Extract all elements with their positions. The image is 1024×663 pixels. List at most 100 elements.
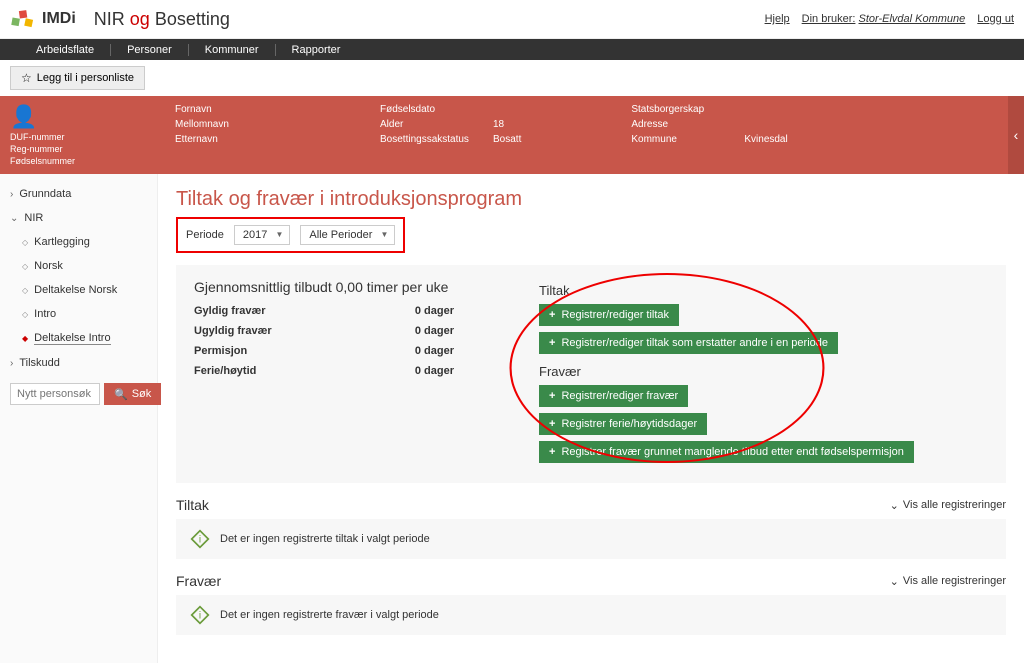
plus-icon: +	[549, 446, 555, 458]
info-icon: i	[190, 529, 210, 549]
nav-rapporter[interactable]: Rapporter	[276, 44, 357, 56]
search-input[interactable]	[10, 383, 100, 405]
nav-personer[interactable]: Personer	[111, 44, 189, 56]
chevron-right-icon: ›	[10, 358, 13, 369]
star-icon: ☆	[21, 71, 32, 85]
banner-cols: Fornavn Mellomnavn Etternavn Fødselsdato…	[175, 104, 788, 166]
chevron-right-icon: ›	[10, 189, 13, 200]
btn-registrer-fravaer-tilbud[interactable]: + Registrer fravær grunnet manglende tilb…	[539, 441, 914, 463]
duf-label: DUF-nummer	[10, 132, 160, 142]
chevron-down-icon: ⌄	[890, 575, 899, 588]
vis-alle-tiltak[interactable]: ⌄ Vis alle registreringer	[890, 499, 1006, 512]
svg-text:i: i	[199, 610, 201, 621]
search-button[interactable]: 🔍 Søk	[104, 383, 161, 405]
etternavn-label: Etternavn	[175, 134, 270, 145]
stat-permisjon: Permisjon 0 dager	[194, 345, 454, 357]
btn-registrer-tiltak-erstatter[interactable]: + Registrer/rediger tiltak som erstatter …	[539, 332, 838, 354]
diamond-icon: ◇	[22, 262, 28, 271]
diamond-icon: ◇	[22, 310, 28, 319]
card-left: Gjennomsnittlig tilbudt 0,00 timer per u…	[194, 279, 539, 469]
btn-fravaer-tilbud-label: Registrer fravær grunnet manglende tilbu…	[561, 446, 903, 458]
summary-card: Gjennomsnittlig tilbudt 0,00 timer per u…	[176, 265, 1006, 483]
btn-registrer-fravaer[interactable]: +Registrer/rediger fravær	[539, 385, 688, 407]
ugyldig-label: Ugyldig fravær	[194, 325, 272, 337]
tilskudd-label: Tilskudd	[19, 357, 60, 369]
stat-gyldig: Gyldig fravær 0 dager	[194, 305, 454, 317]
search-row: 🔍 Søk	[0, 375, 157, 413]
year-value: 2017	[243, 229, 267, 241]
intro-label: Intro	[34, 308, 56, 320]
person-banner: 👤 DUF-nummer Reg-nummer Fødselsnummer Fo…	[0, 96, 1024, 174]
fravaer-section-header: Fravær ⌄ Vis alle registreringer	[176, 573, 1006, 589]
bosetting-label: Bosettingssakstatus	[380, 134, 475, 145]
sidebar-deltakelse-norsk[interactable]: ◇ Deltakelse Norsk	[0, 278, 157, 302]
logout-link[interactable]: Logg ut	[977, 13, 1014, 25]
sidebar-deltakelse-intro[interactable]: ◆ Deltakelse Intro	[0, 326, 157, 351]
vis-alle-fravaer[interactable]: ⌄ Vis alle registreringer	[890, 575, 1006, 588]
person-icon: 👤	[10, 104, 160, 130]
diamond-icon: ◇	[22, 286, 28, 295]
imdi-text: IMDi	[42, 10, 76, 28]
sidebar-grunndata[interactable]: › Grunndata	[0, 182, 157, 206]
periode-select[interactable]: Alle Perioder	[300, 225, 395, 245]
nav-bar: Arbeidsflate Personer Kommuner Rapporter	[0, 39, 1024, 60]
sidebar-nir[interactable]: ⌄ NIR	[0, 206, 157, 230]
btn-registrer-ferie[interactable]: +Registrer ferie/høytidsdager	[539, 413, 707, 435]
svg-text:i: i	[199, 534, 201, 545]
help-link[interactable]: Hjelp	[765, 13, 790, 25]
chevron-down-icon: ⌄	[10, 213, 18, 224]
nav-arbeidsflate[interactable]: Arbeidsflate	[20, 44, 111, 56]
nav-kommuner[interactable]: Kommuner	[189, 44, 276, 56]
permisjon-value: 0 dager	[415, 345, 454, 357]
top-header: IMDi NIR og Bosetting Hjelp Din bruker: …	[0, 0, 1024, 39]
sidebar-tilskudd[interactable]: › Tilskudd	[0, 351, 157, 375]
grunndata-label: Grunndata	[19, 188, 71, 200]
tiltak-heading: Tiltak	[539, 283, 988, 298]
fravaer-empty-info: i Det er ingen registrerte fravær i valg…	[176, 595, 1006, 635]
nir-label: NIR	[24, 212, 43, 224]
sidebar-kartlegging[interactable]: ◇ Kartlegging	[0, 230, 157, 254]
personliste-label: Legg til i personliste	[37, 72, 134, 84]
app-title: NIR og Bosetting	[94, 9, 230, 30]
logo-imdi: IMDi	[10, 5, 76, 33]
ferie-label: Ferie/høytid	[194, 365, 256, 377]
info-icon: i	[190, 605, 210, 625]
mellomnavn-label: Mellomnavn	[175, 119, 270, 130]
kartlegging-label: Kartlegging	[34, 236, 90, 248]
banner-col-3: Statsborgerskap Adresse KommuneKvinesdal	[631, 104, 787, 166]
norsk-label: Norsk	[34, 260, 63, 272]
periode-filter-box: Periode 2017 Alle Perioder	[176, 217, 405, 253]
fnr-label: Fødselsnummer	[10, 156, 160, 166]
tiltak-empty-text: Det er ingen registrerte tiltak i valgt …	[220, 533, 430, 545]
card-right: Tiltak +Registrer/rediger tiltak +Regist…	[539, 279, 988, 469]
diamond-icon: ◇	[22, 238, 28, 247]
btn-registrer-tiltak[interactable]: +Registrer/rediger tiltak	[539, 304, 679, 326]
user-label[interactable]: Din bruker:	[802, 13, 856, 25]
page-title: Tiltak og fravær i introduksjonsprogram	[176, 188, 1006, 211]
banner-collapse-button[interactable]: ‹	[1008, 96, 1024, 174]
ferie-value: 0 dager	[415, 365, 454, 377]
fodselsdato-label: Fødselsdato	[380, 104, 475, 115]
nir-og: og	[130, 9, 150, 29]
year-select[interactable]: 2017	[234, 225, 290, 245]
ugyldig-value: 0 dager	[415, 325, 454, 337]
add-to-personlist-button[interactable]: ☆ Legg til i personliste	[10, 66, 145, 90]
tiltak-title: Tiltak	[176, 497, 209, 513]
chevron-down-icon: ⌄	[890, 499, 899, 512]
user-name[interactable]: Stor-Elvdal Kommune	[859, 13, 966, 25]
plus-icon: +	[549, 309, 555, 321]
reg-label: Reg-nummer	[10, 144, 160, 154]
fravaer-heading: Fravær	[539, 364, 988, 379]
kommune-label: Kommune	[631, 134, 726, 145]
btn-fravaer-label: Registrer/rediger fravær	[561, 390, 678, 402]
imdi-logo-icon	[10, 5, 38, 33]
sidebar-norsk[interactable]: ◇ Norsk	[0, 254, 157, 278]
btn-ferie-label: Registrer ferie/høytidsdager	[561, 418, 697, 430]
sidebar-intro[interactable]: ◇ Intro	[0, 302, 157, 326]
periode-label: Periode	[186, 229, 224, 241]
top-links: Hjelp Din bruker: Stor-Elvdal Kommune Lo…	[765, 13, 1014, 25]
btn-tiltak-erstatter-label: Registrer/rediger tiltak som erstatter a…	[561, 337, 828, 349]
banner-col-1: Fornavn Mellomnavn Etternavn	[175, 104, 270, 166]
adresse-label: Adresse	[631, 119, 726, 130]
plus-icon: +	[549, 337, 555, 349]
